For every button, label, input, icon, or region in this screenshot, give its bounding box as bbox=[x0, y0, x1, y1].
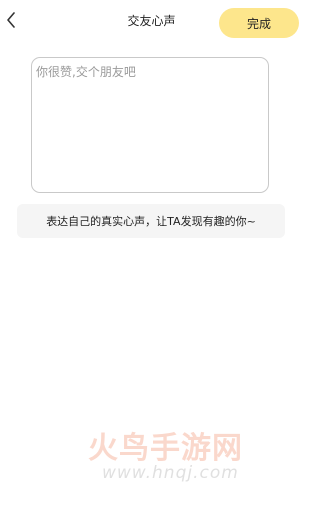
watermark-url-text: www.hnqj.com bbox=[102, 463, 239, 483]
top-bar: 交友心声 完成 bbox=[0, 0, 303, 44]
done-button[interactable]: 完成 bbox=[219, 8, 299, 38]
hint-banner: 表达自己的真实心声，让TA发现有趣的你~ bbox=[17, 204, 285, 238]
watermark-logo: 火鸟手游网 www.hnqj.com bbox=[88, 423, 263, 489]
watermark-main-text: 火鸟手游网 bbox=[88, 431, 243, 466]
message-input[interactable] bbox=[32, 58, 268, 192]
hint-text: 表达自己的真实心声，让TA发现有趣的你~ bbox=[46, 215, 256, 228]
message-editor bbox=[31, 57, 269, 193]
